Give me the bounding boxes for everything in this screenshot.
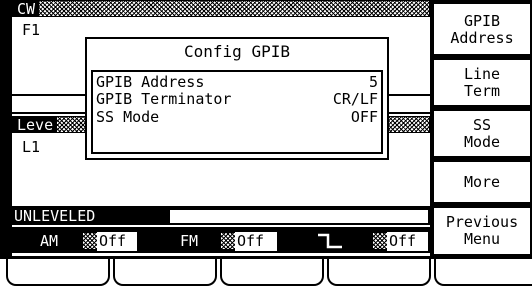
cw-header (12, 0, 430, 17)
softkey-label: Address (450, 29, 514, 47)
softkey-label: Line (463, 65, 501, 83)
gpib-address-value: 5 (368, 73, 378, 91)
cw-label: CW (13, 1, 40, 17)
ss-mode-label: SS Mode (96, 108, 160, 126)
pulse-icon (318, 233, 342, 249)
hatch-block (373, 233, 387, 249)
softkey-label: Previous (445, 213, 519, 231)
dialog-title: Config GPIB (184, 42, 290, 61)
unleveled-status: UNLEVELED (12, 208, 168, 225)
pulse-state: Off (387, 232, 428, 251)
bottom-key-2[interactable] (113, 259, 217, 286)
gpib-terminator-value: CR/LF (332, 90, 378, 108)
bottom-key-4[interactable] (327, 259, 431, 286)
softkey-label: SS (472, 116, 492, 134)
softkey-line-term[interactable]: Line Term (432, 58, 532, 107)
gpib-address-label: GPIB Address (96, 73, 205, 91)
hatch-block (221, 233, 235, 249)
hatch-block (83, 233, 97, 249)
softkey-label: More (463, 173, 501, 191)
gpib-terminator-label: GPIB Terminator (96, 90, 232, 108)
level-value-label: L1 (22, 138, 41, 156)
softkey-label: Term (463, 82, 501, 100)
softkey-more[interactable]: More (432, 160, 532, 204)
softkey-label: Menu (463, 230, 501, 248)
level-label: Leve (13, 117, 58, 133)
am-label: AM (40, 232, 59, 250)
softkey-previous-menu[interactable]: Previous Menu (432, 206, 532, 256)
fm-label: FM (180, 232, 199, 250)
status-box (168, 208, 430, 225)
freq-label: F1 (22, 21, 41, 39)
softkey-gpib-address[interactable]: GPIB Address (432, 2, 532, 56)
ss-mode-value: OFF (350, 108, 378, 126)
softkey-ss-mode[interactable]: SS Mode (432, 109, 532, 158)
left-border (0, 0, 10, 258)
bottom-key-3[interactable] (220, 259, 324, 286)
bottom-key-1[interactable] (6, 259, 110, 286)
bottom-key-5[interactable] (434, 259, 532, 286)
fm-state: Off (235, 232, 277, 251)
softkey-label: GPIB (463, 12, 501, 30)
am-state: Off (97, 232, 137, 251)
softkey-label: Mode (463, 133, 501, 151)
